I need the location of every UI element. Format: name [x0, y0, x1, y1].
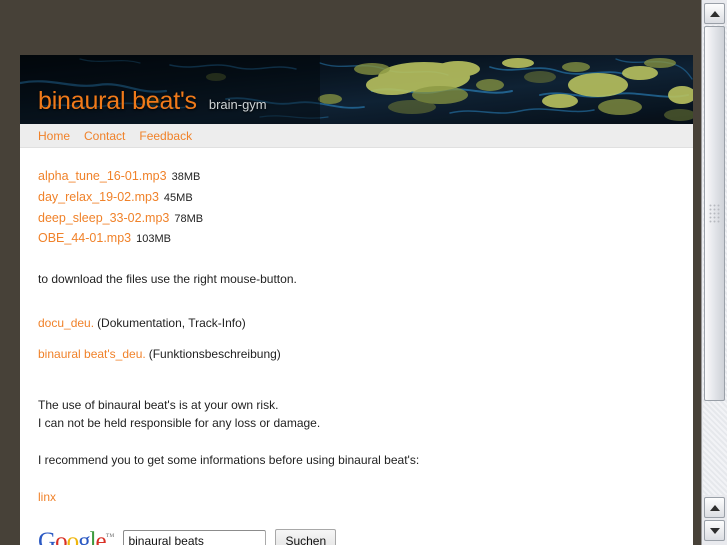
doc-link-docu-deu[interactable]: docu_deu.	[38, 316, 94, 330]
arrow-up-icon	[709, 504, 720, 511]
scroll-up-button[interactable]	[704, 3, 725, 24]
trademark-icon: ™	[105, 531, 115, 542]
disclaimer-line-2: I can not be held responsible for any lo…	[38, 415, 321, 430]
arrow-down-icon	[709, 527, 720, 534]
list-item: OBE_44-01.mp3 103MB	[38, 230, 675, 248]
google-letter-o2: o	[66, 527, 79, 545]
google-logo-icon: Google™	[38, 529, 114, 545]
file-link-day-relax[interactable]: day_relax_19-02.mp3	[38, 190, 159, 204]
file-link-obe[interactable]: OBE_44-01.mp3	[38, 231, 131, 245]
page-content: alpha_tune_16-01.mp3 38MB day_relax_19-02…	[20, 148, 693, 545]
file-size: 78MB	[174, 212, 204, 225]
google-search-form: Google™ Suchen	[38, 529, 675, 545]
main-navigation: Home Contact Feedback	[20, 124, 693, 148]
google-letter-g1: G	[38, 527, 56, 545]
download-hint-text: to download the files use the right mous…	[38, 272, 297, 286]
file-size: 103MB	[136, 233, 171, 246]
site-subtitle: brain-gym	[208, 97, 267, 112]
vertical-scrollbar[interactable]	[701, 0, 727, 545]
doc-note: (Dokumentation, Track-Info)	[97, 316, 246, 331]
doc-row-function-description: binaural beat's_deu. (Funktionsbeschreibu…	[38, 346, 675, 363]
list-item: deep_sleep_33-02.mp3 78MB	[38, 210, 675, 228]
file-size: 38MB	[171, 171, 201, 183]
google-letter-g2: g	[78, 527, 90, 545]
nav-link-home[interactable]: Home	[38, 129, 70, 143]
file-link-alpha-tune[interactable]: alpha_tune_16-01.mp3	[38, 169, 167, 183]
doc-row-documentation: docu_deu. (Dokumentation, Track-Info)	[38, 315, 675, 332]
disclaimer-line-1: The use of binaural beat's is at your ow…	[38, 398, 279, 413]
recommendation-text: I recommend you to get some informations…	[38, 452, 420, 467]
browser-viewport: binaural beat's brain-gym Home Contact F…	[0, 0, 701, 545]
site-title: binaural beat's	[38, 87, 197, 115]
nav-link-contact[interactable]: Contact	[84, 129, 125, 143]
scroll-up-button-bottom[interactable]	[704, 497, 725, 518]
scrollbar-grip-icon	[709, 204, 720, 223]
linx-link[interactable]: linx	[38, 490, 56, 504]
site-banner: binaural beat's brain-gym	[20, 55, 693, 124]
page-container: binaural beat's brain-gym Home Contact F…	[20, 55, 693, 545]
doc-link-binaural-beats-deu[interactable]: binaural beat's_deu.	[38, 347, 146, 361]
search-input[interactable]	[123, 529, 267, 545]
list-item: alpha_tune_16-01.mp3 38MB	[38, 168, 675, 186]
search-submit-button[interactable]: Suchen	[275, 529, 337, 545]
file-size: 45MB	[163, 191, 193, 204]
nav-link-feedback[interactable]: Feedback	[139, 129, 192, 143]
doc-note: (Funktionsbeschreibung)	[148, 346, 281, 361]
list-item: day_relax_19-02.mp3 45MB	[38, 189, 675, 207]
banner-title-group: binaural beat's brain-gym	[38, 87, 267, 116]
google-letter-o1: o	[55, 527, 67, 545]
scroll-down-button[interactable]	[704, 520, 725, 541]
arrow-up-icon	[709, 10, 720, 17]
file-link-deep-sleep[interactable]: deep_sleep_33-02.mp3	[38, 211, 169, 225]
scrollbar-thumb[interactable]	[704, 26, 725, 401]
download-file-list: alpha_tune_16-01.mp3 38MB day_relax_19-02…	[38, 168, 675, 248]
google-letter-e: e	[95, 527, 107, 545]
